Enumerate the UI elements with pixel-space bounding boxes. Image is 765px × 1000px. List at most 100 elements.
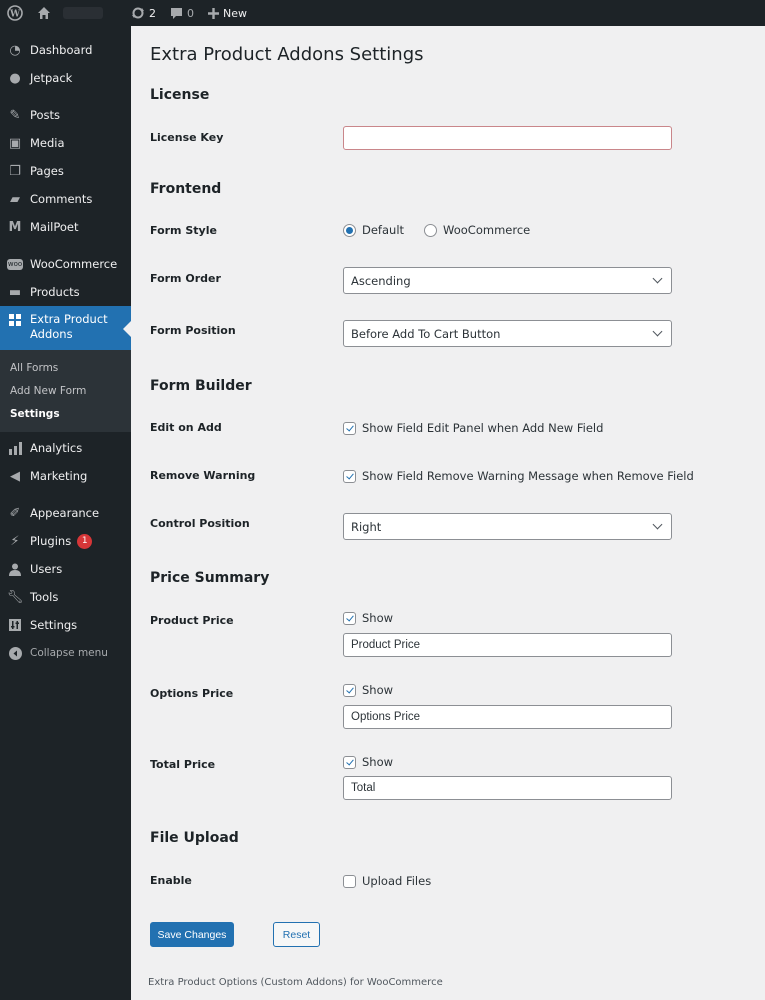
sidebar-item-settings[interactable]: Settings bbox=[0, 611, 131, 639]
product-price-show-checkbox[interactable] bbox=[343, 611, 356, 625]
save-changes-button[interactable]: Save Changes bbox=[150, 922, 234, 947]
megaphone-icon: ◀ bbox=[10, 468, 20, 484]
wordpress-logo-button[interactable]: W bbox=[0, 0, 30, 26]
reset-button[interactable]: Reset bbox=[273, 922, 320, 947]
form-position-select[interactable]: Before Add To Cart Button bbox=[343, 320, 672, 347]
edit-on-add-checkbox-label[interactable]: Show Field Edit Panel when Add New Field bbox=[362, 421, 603, 435]
jetpack-icon: ● bbox=[9, 70, 21, 86]
sidebar-item-label: MailPoet bbox=[30, 220, 79, 234]
media-icon: ▣ bbox=[8, 135, 22, 151]
product-price-show-label[interactable]: Show bbox=[362, 611, 393, 625]
form-order-value: Ascending bbox=[351, 273, 411, 288]
control-position-select[interactable]: Right bbox=[343, 513, 672, 540]
control-position-label: Control Position bbox=[150, 517, 250, 530]
control-position-value: Right bbox=[351, 519, 382, 534]
collapse-menu-button[interactable]: Collapse menu bbox=[0, 639, 131, 667]
sidebar-item-label: Users bbox=[30, 562, 63, 576]
archive-icon: ▬ bbox=[8, 284, 22, 300]
user-icon bbox=[7, 561, 23, 577]
sidebar-item-extra-product-addons[interactable]: Extra Product Addons bbox=[0, 306, 131, 350]
sidebar-item-label: Media bbox=[30, 136, 65, 150]
options-price-input[interactable] bbox=[343, 705, 672, 729]
remove-warning-checkbox-label[interactable]: Show Field Remove Warning Message when R… bbox=[362, 469, 694, 483]
options-price-show-checkbox[interactable] bbox=[343, 683, 356, 697]
form-style-radio-group: Default WooCommerce bbox=[343, 223, 530, 237]
sidebar-item-label: Settings bbox=[30, 618, 78, 632]
site-name[interactable] bbox=[63, 7, 103, 19]
woocommerce-icon: woo bbox=[7, 258, 23, 270]
submenu: All Forms Add New Form Settings bbox=[0, 350, 131, 432]
section-price-summary: Price Summary bbox=[150, 570, 270, 586]
section-form-builder: Form Builder bbox=[150, 378, 252, 394]
new-content-button[interactable]: New bbox=[201, 0, 254, 26]
section-frontend: Frontend bbox=[150, 181, 222, 197]
edit-on-add-label: Edit on Add bbox=[150, 421, 222, 434]
sidebar-item-products[interactable]: ▬ Products bbox=[0, 278, 131, 306]
sidebar-item-marketing[interactable]: ◀ Marketing bbox=[0, 462, 131, 490]
wordpress-icon: W bbox=[7, 5, 23, 21]
license-key-label: License Key bbox=[150, 131, 224, 144]
submenu-settings[interactable]: Settings bbox=[0, 402, 131, 425]
admin-sidebar: ◔ Dashboard ● Jetpack ✎ Posts ▣ Media ❐ … bbox=[0, 26, 131, 1000]
form-style-woocommerce-label[interactable]: WooCommerce bbox=[443, 223, 530, 237]
sidebar-item-posts[interactable]: ✎ Posts bbox=[0, 101, 131, 129]
remove-warning-checkbox[interactable] bbox=[343, 469, 356, 483]
form-style-default-label[interactable]: Default bbox=[362, 223, 404, 237]
sidebar-item-media[interactable]: ▣ Media bbox=[0, 129, 131, 157]
sidebar-item-label: Products bbox=[30, 285, 80, 299]
chevron-down-icon bbox=[652, 273, 663, 284]
sidebar-item-label: Appearance bbox=[30, 506, 100, 520]
sidebar-item-label: Dashboard bbox=[30, 43, 93, 57]
sidebar-item-label: Tools bbox=[30, 590, 59, 604]
sidebar-item-label: Pages bbox=[30, 164, 64, 178]
site-home-button[interactable] bbox=[30, 0, 118, 26]
comment-icon: ▰ bbox=[10, 191, 20, 207]
sidebar-item-mailpoet[interactable]: M MailPoet bbox=[0, 213, 131, 241]
sidebar-item-pages[interactable]: ❐ Pages bbox=[0, 157, 131, 185]
upload-files-checkbox[interactable] bbox=[343, 874, 356, 888]
updates-count: 2 bbox=[149, 6, 156, 20]
sidebar-item-label: Extra Product Addons bbox=[30, 312, 108, 341]
sidebar-item-users[interactable]: Users bbox=[0, 555, 131, 583]
total-price-label: Total Price bbox=[150, 758, 216, 771]
grid-icon bbox=[7, 312, 23, 328]
options-price-show-label[interactable]: Show bbox=[362, 683, 393, 697]
sidebar-item-jetpack[interactable]: ● Jetpack bbox=[0, 64, 131, 92]
submenu-add-new-form[interactable]: Add New Form bbox=[0, 379, 131, 402]
section-file-upload: File Upload bbox=[150, 830, 239, 846]
form-position-value: Before Add To Cart Button bbox=[351, 326, 501, 341]
sidebar-item-dashboard[interactable]: ◔ Dashboard bbox=[0, 36, 131, 64]
sidebar-item-plugins[interactable]: ⚡ Plugins 1 bbox=[0, 527, 131, 555]
total-price-show-label[interactable]: Show bbox=[362, 755, 393, 769]
sidebar-item-comments[interactable]: ▰ Comments bbox=[0, 185, 131, 213]
total-price-show-checkbox[interactable] bbox=[343, 755, 356, 769]
footer-text: Extra Product Options (Custom Addons) fo… bbox=[148, 977, 443, 988]
collapse-menu-label: Collapse menu bbox=[30, 647, 108, 659]
remove-warning-label: Remove Warning bbox=[150, 469, 256, 482]
sidebar-item-label: Comments bbox=[30, 192, 93, 206]
product-price-input[interactable] bbox=[343, 633, 672, 657]
plugin-icon: ⚡ bbox=[10, 533, 20, 549]
submenu-all-forms[interactable]: All Forms bbox=[0, 356, 131, 379]
license-key-input[interactable] bbox=[343, 126, 672, 150]
comments-button[interactable]: 0 bbox=[163, 0, 201, 26]
form-order-select[interactable]: Ascending bbox=[343, 267, 672, 294]
form-style-woocommerce-radio[interactable] bbox=[424, 223, 438, 237]
bar-chart-icon bbox=[7, 440, 23, 456]
section-license: License bbox=[150, 87, 210, 103]
edit-on-add-checkbox[interactable] bbox=[343, 421, 356, 435]
total-price-input[interactable] bbox=[343, 776, 672, 800]
sidebar-item-appearance[interactable]: ✐ Appearance bbox=[0, 499, 131, 527]
new-label: New bbox=[223, 6, 247, 20]
sidebar-item-label: Analytics bbox=[30, 441, 83, 455]
plus-icon bbox=[208, 7, 219, 19]
pages-icon: ❐ bbox=[9, 163, 21, 179]
sidebar-item-analytics[interactable]: Analytics bbox=[0, 434, 131, 462]
updates-button[interactable]: 2 bbox=[124, 0, 163, 26]
svg-text:W: W bbox=[9, 10, 21, 20]
enable-upload-label: Enable bbox=[150, 874, 192, 887]
sidebar-item-tools[interactable]: 🔧︎ Tools bbox=[0, 583, 131, 611]
upload-files-checkbox-label[interactable]: Upload Files bbox=[362, 874, 431, 888]
form-style-default-radio[interactable] bbox=[343, 223, 356, 237]
sidebar-item-woocommerce[interactable]: woo WooCommerce bbox=[0, 250, 131, 278]
